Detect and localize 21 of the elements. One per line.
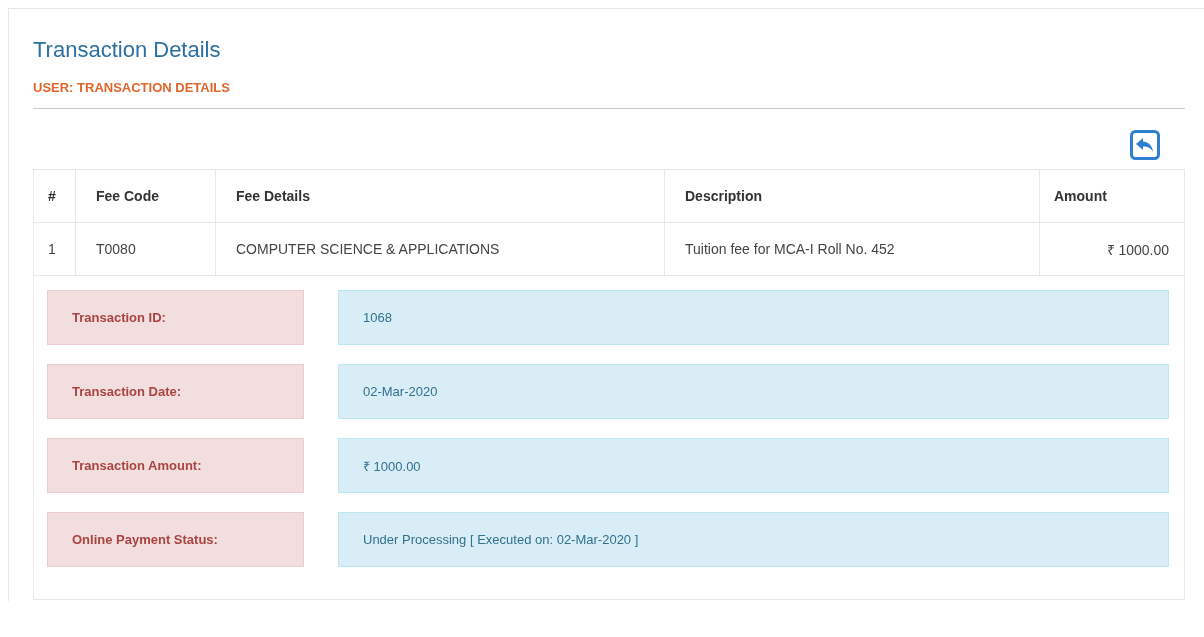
field-value: 02-Mar-2020 <box>338 364 1169 419</box>
table-cell: T0080 <box>75 222 216 276</box>
table-cell: 1 <box>34 222 76 276</box>
column-header: Fee Code <box>75 170 216 223</box>
field-value: 1068 <box>338 290 1169 345</box>
column-header: Amount <box>1039 170 1184 223</box>
field-label: Transaction Amount: <box>47 438 304 493</box>
column-header: Description <box>664 170 1040 223</box>
field-label: Online Payment Status: <box>47 512 304 567</box>
table-cell: Tuition fee for MCA-I Roll No. 452 <box>664 222 1040 276</box>
field-label: Transaction ID: <box>47 290 304 345</box>
field-value: Under Processing [ Executed on: 02-Mar-2020 ] <box>338 512 1169 567</box>
back-icon[interactable] <box>1130 130 1160 160</box>
column-header: Fee Details <box>215 170 665 223</box>
table-cell: COMPUTER SCIENCE & APPLICATIONS <box>215 222 665 276</box>
field-value: ₹ 1000.00 <box>338 438 1169 493</box>
table-cell: ₹ 1000.00 <box>1039 222 1184 276</box>
page-title: Transaction Details <box>33 37 222 63</box>
page-subtitle: USER: TRANSACTION DETAILS <box>33 80 231 95</box>
field-label: Transaction Date: <box>47 364 304 419</box>
column-header: # <box>34 170 76 223</box>
